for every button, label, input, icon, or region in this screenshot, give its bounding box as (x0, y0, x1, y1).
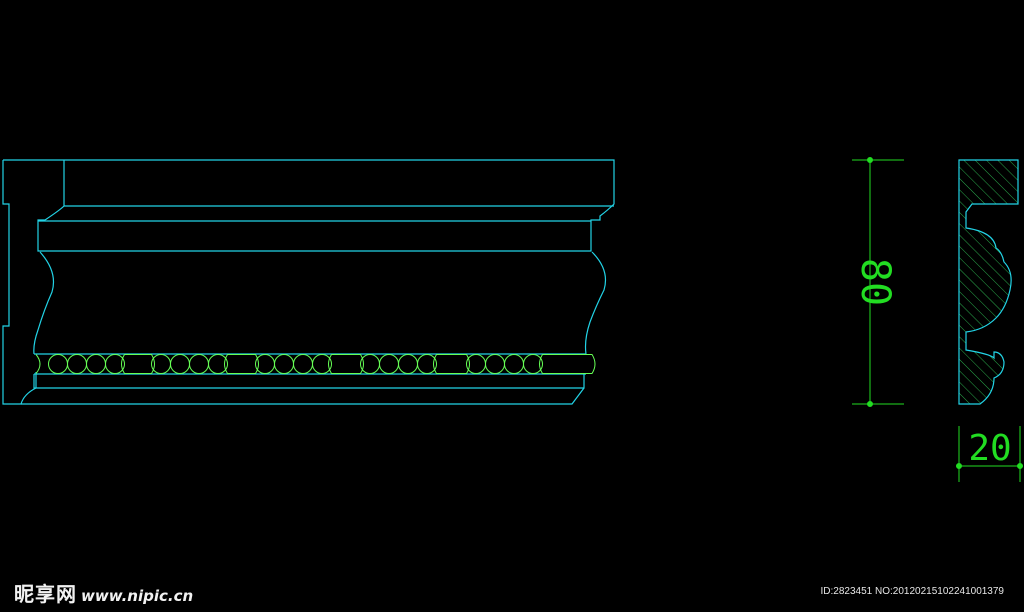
dimension-width-label: 20 (968, 428, 1011, 469)
bead-circle (86, 354, 106, 374)
dim-height-tick-bottom (867, 401, 873, 407)
bead-circle (293, 354, 313, 374)
watermark-logo-text: 昵享网 (14, 582, 77, 606)
section-profile (958, 159, 1019, 405)
bottom-base (21, 374, 585, 405)
bead-circle (379, 354, 399, 374)
reel-shape (224, 354, 259, 374)
reel-end-cap (35, 354, 41, 374)
bead-circle (504, 354, 524, 374)
dimension-height-label: 80 (852, 258, 898, 306)
dim-height-tick-top (867, 157, 873, 163)
bead-circle (170, 354, 190, 374)
body-curve-right (584, 251, 607, 355)
watermark-logo: 昵享网 www.nipic.cn (14, 578, 193, 607)
left-end-profile (2, 160, 37, 405)
bead-circle (398, 354, 418, 374)
bead-circle (48, 354, 68, 374)
bead-reel-ornament (35, 354, 596, 374)
reel-shape (121, 354, 155, 374)
dim-width-tick-right (1017, 463, 1023, 469)
reel-shape (433, 354, 470, 374)
section-profile-shape (958, 159, 1019, 405)
watermark-url: www.nipic.cn (81, 587, 194, 605)
cad-drawing: 80 20 (2, 157, 1023, 482)
reel-shape (539, 354, 596, 374)
bead-circle (485, 354, 505, 374)
bead-circle (189, 354, 209, 374)
dim-width-tick-left (956, 463, 962, 469)
body-curve-left (33, 251, 55, 355)
bead-circle (67, 354, 87, 374)
bead-circle (274, 354, 294, 374)
watermark-id: ID:2823451 NO:20120215102241001379 (820, 586, 1005, 597)
reel-shape (328, 354, 364, 374)
